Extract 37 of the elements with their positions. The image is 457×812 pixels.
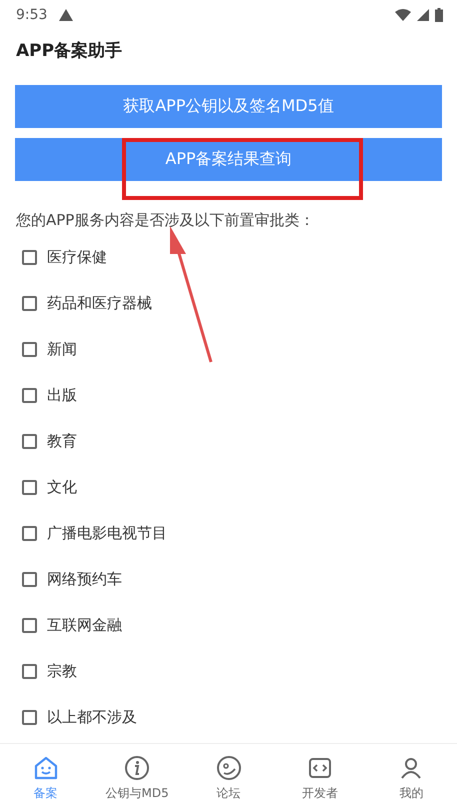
checkbox[interactable]	[22, 664, 37, 678]
app-title: APP备案助手	[15, 40, 124, 62]
checkbox[interactable]	[22, 296, 37, 310]
option-label: 广播电影电视节目	[47, 524, 167, 542]
question-text: 您的APP服务内容是否涉及以下前置审批类：	[15, 210, 316, 231]
checkbox[interactable]	[22, 480, 37, 494]
checkbox[interactable]	[22, 342, 37, 356]
checkbox[interactable]	[22, 572, 37, 586]
option-label: 医疗保健	[47, 248, 107, 266]
nav-tab[interactable]: 备案	[0, 744, 92, 812]
signal-icon	[417, 9, 429, 21]
checkbox[interactable]	[22, 250, 37, 264]
nav-tab[interactable]: 公钥与MD5	[91, 744, 183, 812]
option-label: 以上都不涉及	[47, 708, 137, 726]
option-label: 互联网金融	[47, 616, 122, 634]
nav-tab[interactable]: 我的	[366, 744, 457, 812]
wifi-icon	[395, 9, 411, 21]
warning-icon	[59, 9, 74, 21]
option-label: 宗教	[47, 662, 77, 680]
checkbox[interactable]	[22, 434, 37, 448]
checkbox[interactable]	[22, 710, 37, 724]
option-label: 药品和医疗器械	[47, 294, 152, 312]
action-button[interactable]: APP备案结果查询	[15, 138, 442, 181]
option-label: 教育	[47, 432, 77, 450]
status-time: 9:53	[16, 7, 48, 23]
option-label: 网络预约车	[47, 570, 122, 588]
checkbox[interactable]	[22, 618, 37, 632]
option-label: 新闻	[47, 340, 77, 358]
nav-tab[interactable]: 开发者	[274, 744, 366, 812]
battery-icon	[435, 8, 443, 22]
option-label: 出版	[47, 386, 77, 404]
option-label: 文化	[47, 478, 77, 496]
checkbox[interactable]	[22, 388, 37, 402]
nav-tab[interactable]: 论坛	[182, 744, 274, 812]
checkbox[interactable]	[22, 526, 37, 540]
action-button[interactable]: 获取APP公钥以及签名MD5值	[15, 85, 442, 128]
info-icon	[123, 754, 152, 782]
